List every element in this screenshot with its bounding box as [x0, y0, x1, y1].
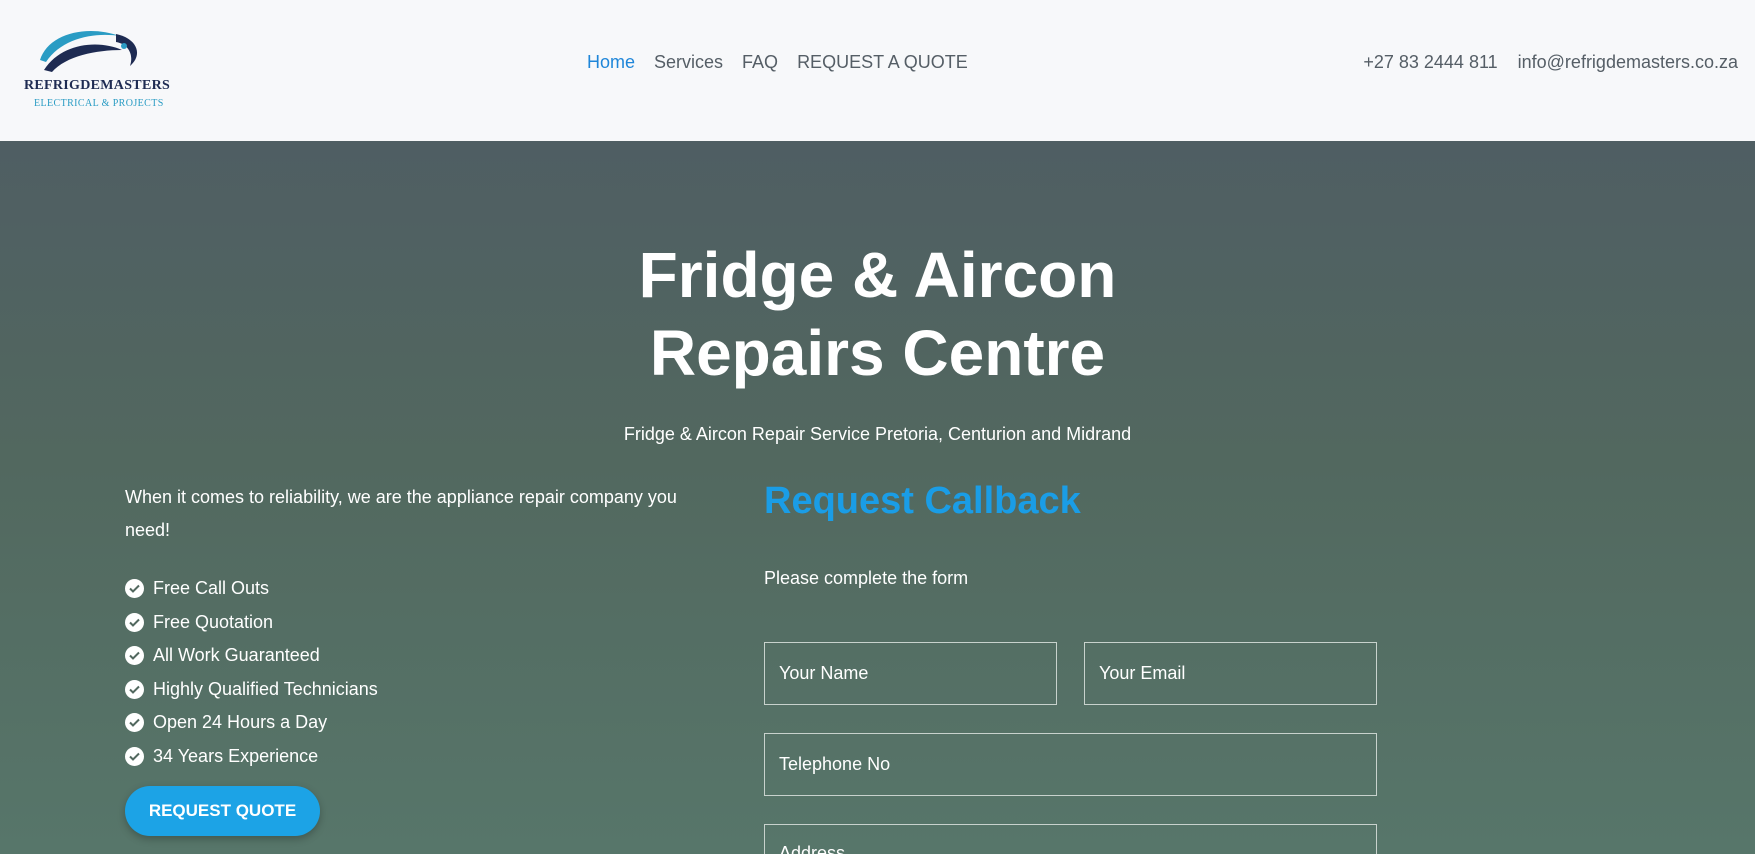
check-icon — [125, 612, 144, 632]
feature-item: Free Quotation — [125, 606, 378, 640]
feature-label: Free Call Outs — [153, 578, 270, 599]
name-field[interactable]: Your Name — [764, 642, 1057, 705]
check-icon — [125, 679, 144, 699]
hero-subtitle: Fridge & Aircon Repair Service Pretoria,… — [623, 424, 1132, 444]
nav-faq[interactable]: FAQ — [742, 52, 778, 73]
nav-services[interactable]: Services — [654, 52, 723, 73]
contact-info: +27 83 2444 811 info@refrigdemasters.co.… — [1363, 52, 1738, 73]
hero-section: Fridge & Aircon Repairs Centre Fridge & … — [0, 141, 1755, 854]
feature-label: All Work Guaranteed — [153, 645, 320, 666]
check-icon — [125, 713, 144, 733]
email-link[interactable]: info@refrigdemasters.co.za — [1518, 52, 1738, 73]
intro-text: When it comes to reliability, we are the… — [125, 487, 677, 540]
feature-label: Open 24 Hours a Day — [153, 712, 328, 733]
site-header: REFRIGDEMASTERS ELECTRICAL & PROJECTS Ho… — [0, 0, 1755, 141]
main-nav: Home Services FAQ REQUEST A QUOTE — [587, 52, 968, 73]
feature-item: Highly Qualified Technicians — [125, 673, 378, 707]
brand-name: REFRIGDEMASTERS — [24, 78, 171, 93]
email-field[interactable]: Your Email — [1084, 642, 1377, 705]
brand-logo[interactable]: REFRIGDEMASTERS ELECTRICAL & PROJECTS — [22, 20, 182, 116]
callback-subtitle: Please complete the form — [764, 568, 969, 588]
hero-title-line2: Repairs Centre — [649, 317, 1106, 389]
feature-item: Open 24 Hours a Day — [125, 706, 378, 740]
check-icon — [125, 646, 144, 666]
nav-home[interactable]: Home — [587, 52, 635, 73]
hero-title-line1: Fridge & Aircon — [638, 239, 1117, 311]
feature-item: All Work Guaranteed — [125, 639, 378, 673]
brand-tagline: ELECTRICAL & PROJECTS — [34, 98, 164, 109]
check-icon — [125, 746, 144, 766]
hero-title: Fridge & Aircon Repairs Centre — [0, 236, 1755, 392]
nav-request-quote[interactable]: REQUEST A QUOTE — [797, 52, 968, 73]
feature-item: 34 Years Experience — [125, 740, 378, 774]
feature-label: Highly Qualified Technicians — [153, 678, 378, 699]
telephone-field[interactable]: Telephone No — [764, 733, 1377, 796]
phone-link[interactable]: +27 83 2444 811 — [1363, 52, 1497, 73]
feature-label: Free Quotation — [153, 611, 274, 632]
address-field[interactable]: Address — [764, 824, 1377, 854]
logo-swoosh-icon — [40, 30, 138, 72]
request-quote-button[interactable]: REQUEST QUOTE — [125, 786, 320, 836]
feature-item: Free Call Outs — [125, 572, 378, 606]
feature-list: Free Call Outs Free Quotation All Work G… — [125, 572, 378, 773]
feature-label: 34 Years Experience — [153, 745, 319, 766]
check-icon — [125, 579, 144, 599]
callback-title: Request Callback — [764, 480, 1081, 522]
